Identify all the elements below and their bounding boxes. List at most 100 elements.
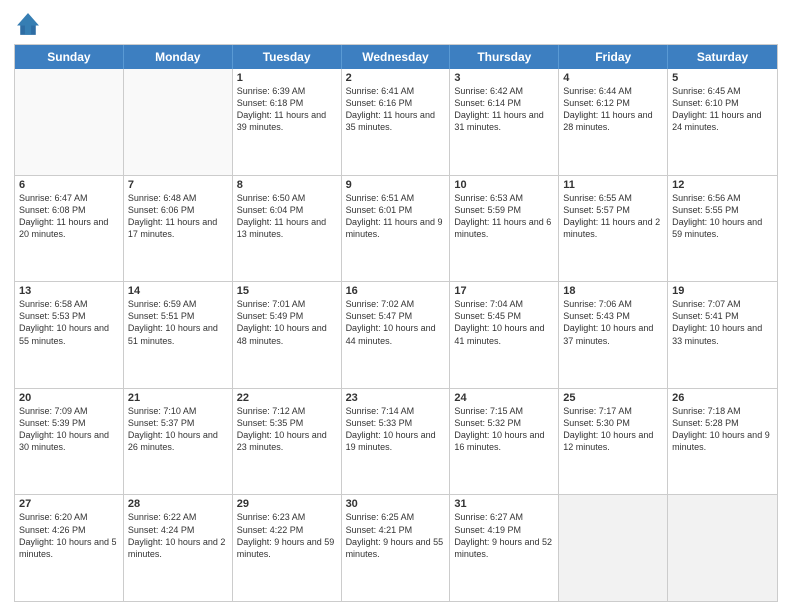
day-number: 7 xyxy=(128,179,228,191)
calendar-header-cell: Saturday xyxy=(668,45,777,69)
day-content: Sunrise: 7:10 AM Sunset: 5:37 PM Dayligh… xyxy=(128,405,228,454)
calendar-cell: 5Sunrise: 6:45 AM Sunset: 6:10 PM Daylig… xyxy=(668,69,777,175)
day-number: 9 xyxy=(346,179,446,191)
calendar-cell: 1Sunrise: 6:39 AM Sunset: 6:18 PM Daylig… xyxy=(233,69,342,175)
day-content: Sunrise: 6:23 AM Sunset: 4:22 PM Dayligh… xyxy=(237,511,337,560)
calendar-cell: 19Sunrise: 7:07 AM Sunset: 5:41 PM Dayli… xyxy=(668,282,777,388)
calendar-cell: 20Sunrise: 7:09 AM Sunset: 5:39 PM Dayli… xyxy=(15,389,124,495)
day-content: Sunrise: 7:09 AM Sunset: 5:39 PM Dayligh… xyxy=(19,405,119,454)
calendar-week-row: 20Sunrise: 7:09 AM Sunset: 5:39 PM Dayli… xyxy=(15,388,777,495)
calendar: SundayMondayTuesdayWednesdayThursdayFrid… xyxy=(14,44,778,602)
day-number: 29 xyxy=(237,498,337,510)
calendar-header-cell: Thursday xyxy=(450,45,559,69)
calendar-header-cell: Tuesday xyxy=(233,45,342,69)
day-number: 26 xyxy=(672,392,773,404)
calendar-body: 1Sunrise: 6:39 AM Sunset: 6:18 PM Daylig… xyxy=(15,69,777,601)
day-content: Sunrise: 7:02 AM Sunset: 5:47 PM Dayligh… xyxy=(346,298,446,347)
calendar-cell: 11Sunrise: 6:55 AM Sunset: 5:57 PM Dayli… xyxy=(559,176,668,282)
day-number: 19 xyxy=(672,285,773,297)
day-content: Sunrise: 6:25 AM Sunset: 4:21 PM Dayligh… xyxy=(346,511,446,560)
calendar-cell: 24Sunrise: 7:15 AM Sunset: 5:32 PM Dayli… xyxy=(450,389,559,495)
day-content: Sunrise: 6:55 AM Sunset: 5:57 PM Dayligh… xyxy=(563,192,663,241)
day-content: Sunrise: 7:12 AM Sunset: 5:35 PM Dayligh… xyxy=(237,405,337,454)
day-content: Sunrise: 7:06 AM Sunset: 5:43 PM Dayligh… xyxy=(563,298,663,347)
day-number: 20 xyxy=(19,392,119,404)
day-number: 17 xyxy=(454,285,554,297)
day-number: 28 xyxy=(128,498,228,510)
calendar-week-row: 27Sunrise: 6:20 AM Sunset: 4:26 PM Dayli… xyxy=(15,494,777,601)
day-number: 12 xyxy=(672,179,773,191)
day-content: Sunrise: 6:45 AM Sunset: 6:10 PM Dayligh… xyxy=(672,85,773,134)
calendar-cell: 28Sunrise: 6:22 AM Sunset: 4:24 PM Dayli… xyxy=(124,495,233,601)
calendar-header-cell: Friday xyxy=(559,45,668,69)
calendar-cell: 23Sunrise: 7:14 AM Sunset: 5:33 PM Dayli… xyxy=(342,389,451,495)
calendar-cell: 9Sunrise: 6:51 AM Sunset: 6:01 PM Daylig… xyxy=(342,176,451,282)
day-content: Sunrise: 6:58 AM Sunset: 5:53 PM Dayligh… xyxy=(19,298,119,347)
calendar-cell-empty xyxy=(668,495,777,601)
day-content: Sunrise: 7:14 AM Sunset: 5:33 PM Dayligh… xyxy=(346,405,446,454)
day-number: 30 xyxy=(346,498,446,510)
day-number: 8 xyxy=(237,179,337,191)
calendar-cell: 17Sunrise: 7:04 AM Sunset: 5:45 PM Dayli… xyxy=(450,282,559,388)
calendar-cell: 12Sunrise: 6:56 AM Sunset: 5:55 PM Dayli… xyxy=(668,176,777,282)
day-content: Sunrise: 6:22 AM Sunset: 4:24 PM Dayligh… xyxy=(128,511,228,560)
day-number: 1 xyxy=(237,72,337,84)
day-content: Sunrise: 6:44 AM Sunset: 6:12 PM Dayligh… xyxy=(563,85,663,134)
day-content: Sunrise: 6:27 AM Sunset: 4:19 PM Dayligh… xyxy=(454,511,554,560)
calendar-cell: 21Sunrise: 7:10 AM Sunset: 5:37 PM Dayli… xyxy=(124,389,233,495)
day-number: 6 xyxy=(19,179,119,191)
calendar-cell: 26Sunrise: 7:18 AM Sunset: 5:28 PM Dayli… xyxy=(668,389,777,495)
calendar-week-row: 13Sunrise: 6:58 AM Sunset: 5:53 PM Dayli… xyxy=(15,281,777,388)
logo xyxy=(14,10,46,38)
calendar-week-row: 6Sunrise: 6:47 AM Sunset: 6:08 PM Daylig… xyxy=(15,175,777,282)
day-content: Sunrise: 7:17 AM Sunset: 5:30 PM Dayligh… xyxy=(563,405,663,454)
calendar-cell: 2Sunrise: 6:41 AM Sunset: 6:16 PM Daylig… xyxy=(342,69,451,175)
calendar-cell: 31Sunrise: 6:27 AM Sunset: 4:19 PM Dayli… xyxy=(450,495,559,601)
logo-icon xyxy=(14,10,42,38)
calendar-cell: 4Sunrise: 6:44 AM Sunset: 6:12 PM Daylig… xyxy=(559,69,668,175)
day-number: 27 xyxy=(19,498,119,510)
day-content: Sunrise: 6:48 AM Sunset: 6:06 PM Dayligh… xyxy=(128,192,228,241)
day-content: Sunrise: 6:47 AM Sunset: 6:08 PM Dayligh… xyxy=(19,192,119,241)
day-content: Sunrise: 6:50 AM Sunset: 6:04 PM Dayligh… xyxy=(237,192,337,241)
day-number: 24 xyxy=(454,392,554,404)
day-number: 31 xyxy=(454,498,554,510)
day-number: 13 xyxy=(19,285,119,297)
day-content: Sunrise: 7:07 AM Sunset: 5:41 PM Dayligh… xyxy=(672,298,773,347)
page: SundayMondayTuesdayWednesdayThursdayFrid… xyxy=(0,0,792,612)
calendar-cell: 6Sunrise: 6:47 AM Sunset: 6:08 PM Daylig… xyxy=(15,176,124,282)
calendar-cell: 7Sunrise: 6:48 AM Sunset: 6:06 PM Daylig… xyxy=(124,176,233,282)
calendar-week-row: 1Sunrise: 6:39 AM Sunset: 6:18 PM Daylig… xyxy=(15,69,777,175)
day-number: 23 xyxy=(346,392,446,404)
calendar-cell: 10Sunrise: 6:53 AM Sunset: 5:59 PM Dayli… xyxy=(450,176,559,282)
calendar-cell: 30Sunrise: 6:25 AM Sunset: 4:21 PM Dayli… xyxy=(342,495,451,601)
calendar-header-cell: Sunday xyxy=(15,45,124,69)
calendar-cell: 16Sunrise: 7:02 AM Sunset: 5:47 PM Dayli… xyxy=(342,282,451,388)
day-content: Sunrise: 7:01 AM Sunset: 5:49 PM Dayligh… xyxy=(237,298,337,347)
day-number: 21 xyxy=(128,392,228,404)
calendar-cell: 22Sunrise: 7:12 AM Sunset: 5:35 PM Dayli… xyxy=(233,389,342,495)
day-number: 2 xyxy=(346,72,446,84)
day-number: 16 xyxy=(346,285,446,297)
day-content: Sunrise: 7:15 AM Sunset: 5:32 PM Dayligh… xyxy=(454,405,554,454)
calendar-cell: 27Sunrise: 6:20 AM Sunset: 4:26 PM Dayli… xyxy=(15,495,124,601)
calendar-cell-empty xyxy=(559,495,668,601)
calendar-header-row: SundayMondayTuesdayWednesdayThursdayFrid… xyxy=(15,45,777,69)
day-number: 14 xyxy=(128,285,228,297)
calendar-cell: 15Sunrise: 7:01 AM Sunset: 5:49 PM Dayli… xyxy=(233,282,342,388)
day-content: Sunrise: 6:56 AM Sunset: 5:55 PM Dayligh… xyxy=(672,192,773,241)
day-number: 11 xyxy=(563,179,663,191)
day-content: Sunrise: 6:59 AM Sunset: 5:51 PM Dayligh… xyxy=(128,298,228,347)
day-content: Sunrise: 6:41 AM Sunset: 6:16 PM Dayligh… xyxy=(346,85,446,134)
calendar-cell: 3Sunrise: 6:42 AM Sunset: 6:14 PM Daylig… xyxy=(450,69,559,175)
calendar-header-cell: Monday xyxy=(124,45,233,69)
header xyxy=(14,10,778,38)
day-number: 3 xyxy=(454,72,554,84)
day-number: 4 xyxy=(563,72,663,84)
day-number: 18 xyxy=(563,285,663,297)
calendar-cell: 18Sunrise: 7:06 AM Sunset: 5:43 PM Dayli… xyxy=(559,282,668,388)
day-content: Sunrise: 6:53 AM Sunset: 5:59 PM Dayligh… xyxy=(454,192,554,241)
calendar-header-cell: Wednesday xyxy=(342,45,451,69)
calendar-cell-empty xyxy=(124,69,233,175)
day-number: 10 xyxy=(454,179,554,191)
